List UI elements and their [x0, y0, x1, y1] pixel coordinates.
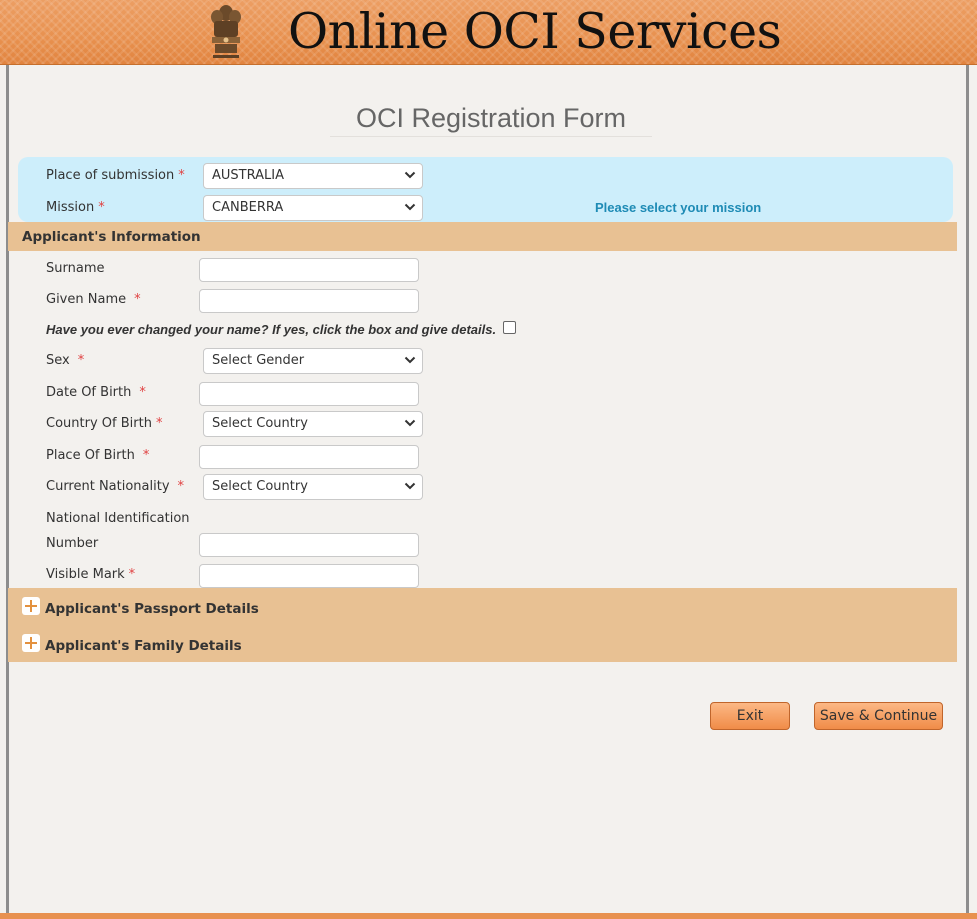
country-of-birth-select[interactable]: Select Country: [203, 411, 423, 437]
place-of-birth-label: Place Of Birth *: [46, 448, 150, 463]
surname-label: Surname: [46, 261, 105, 276]
name-change-checkbox[interactable]: [503, 321, 516, 334]
footer-bar: [0, 913, 977, 919]
national-id-label-line1: National Identification: [46, 511, 190, 526]
chevron-down-icon: [404, 419, 416, 427]
place-of-submission-label: Place of submission *: [46, 168, 185, 183]
surname-input[interactable]: [199, 258, 419, 282]
exit-button[interactable]: Exit: [710, 702, 790, 730]
family-details-toggle[interactable]: Applicant's Family Details: [45, 638, 242, 654]
mission-panel: [18, 157, 953, 222]
national-id-label-line2: Number: [46, 536, 99, 551]
given-name-input[interactable]: [199, 289, 419, 313]
applicant-info-title: Applicant's Information: [22, 229, 201, 245]
country-of-birth-value: Select Country: [212, 416, 308, 431]
current-nationality-value: Select Country: [212, 479, 308, 494]
page-title: OCI Registration Form: [330, 100, 652, 137]
name-change-question: Have you ever changed your name? If yes,…: [46, 322, 497, 337]
mission-label: Mission *: [46, 200, 105, 215]
date-of-birth-input[interactable]: [199, 382, 419, 406]
mission-select[interactable]: CANBERRA: [203, 195, 423, 221]
passport-details-toggle[interactable]: Applicant's Passport Details: [45, 601, 259, 617]
current-nationality-select[interactable]: Select Country: [203, 474, 423, 500]
chevron-down-icon: [404, 356, 416, 364]
current-nationality-label: Current Nationality *: [46, 479, 185, 494]
sex-label: Sex *: [46, 353, 85, 368]
plus-icon[interactable]: [22, 597, 40, 615]
save-continue-button[interactable]: Save & Continue: [814, 702, 943, 730]
place-of-submission-value: AUSTRALIA: [212, 168, 284, 183]
country-of-birth-label: Country Of Birth *: [46, 416, 163, 431]
chevron-down-icon: [404, 482, 416, 490]
gender-select[interactable]: Select Gender: [203, 348, 423, 374]
mission-hint: Please select your mission: [595, 200, 762, 215]
national-emblem-icon: [211, 5, 241, 58]
given-name-label: Given Name *: [46, 292, 141, 307]
chevron-down-icon: [404, 171, 416, 179]
plus-icon[interactable]: [22, 634, 40, 652]
mission-value: CANBERRA: [212, 200, 284, 215]
visible-mark-input[interactable]: [199, 564, 419, 588]
gender-value: Select Gender: [212, 353, 305, 368]
national-id-input[interactable]: [199, 533, 419, 557]
place-of-submission-select[interactable]: AUSTRALIA: [203, 163, 423, 189]
visible-mark-label: Visible Mark *: [46, 567, 136, 582]
chevron-down-icon: [404, 203, 416, 211]
site-title: Online OCI Services: [288, 3, 782, 60]
site-header: Online OCI Services: [0, 0, 977, 65]
date-of-birth-label: Date Of Birth *: [46, 385, 146, 400]
place-of-birth-input[interactable]: [199, 445, 419, 469]
